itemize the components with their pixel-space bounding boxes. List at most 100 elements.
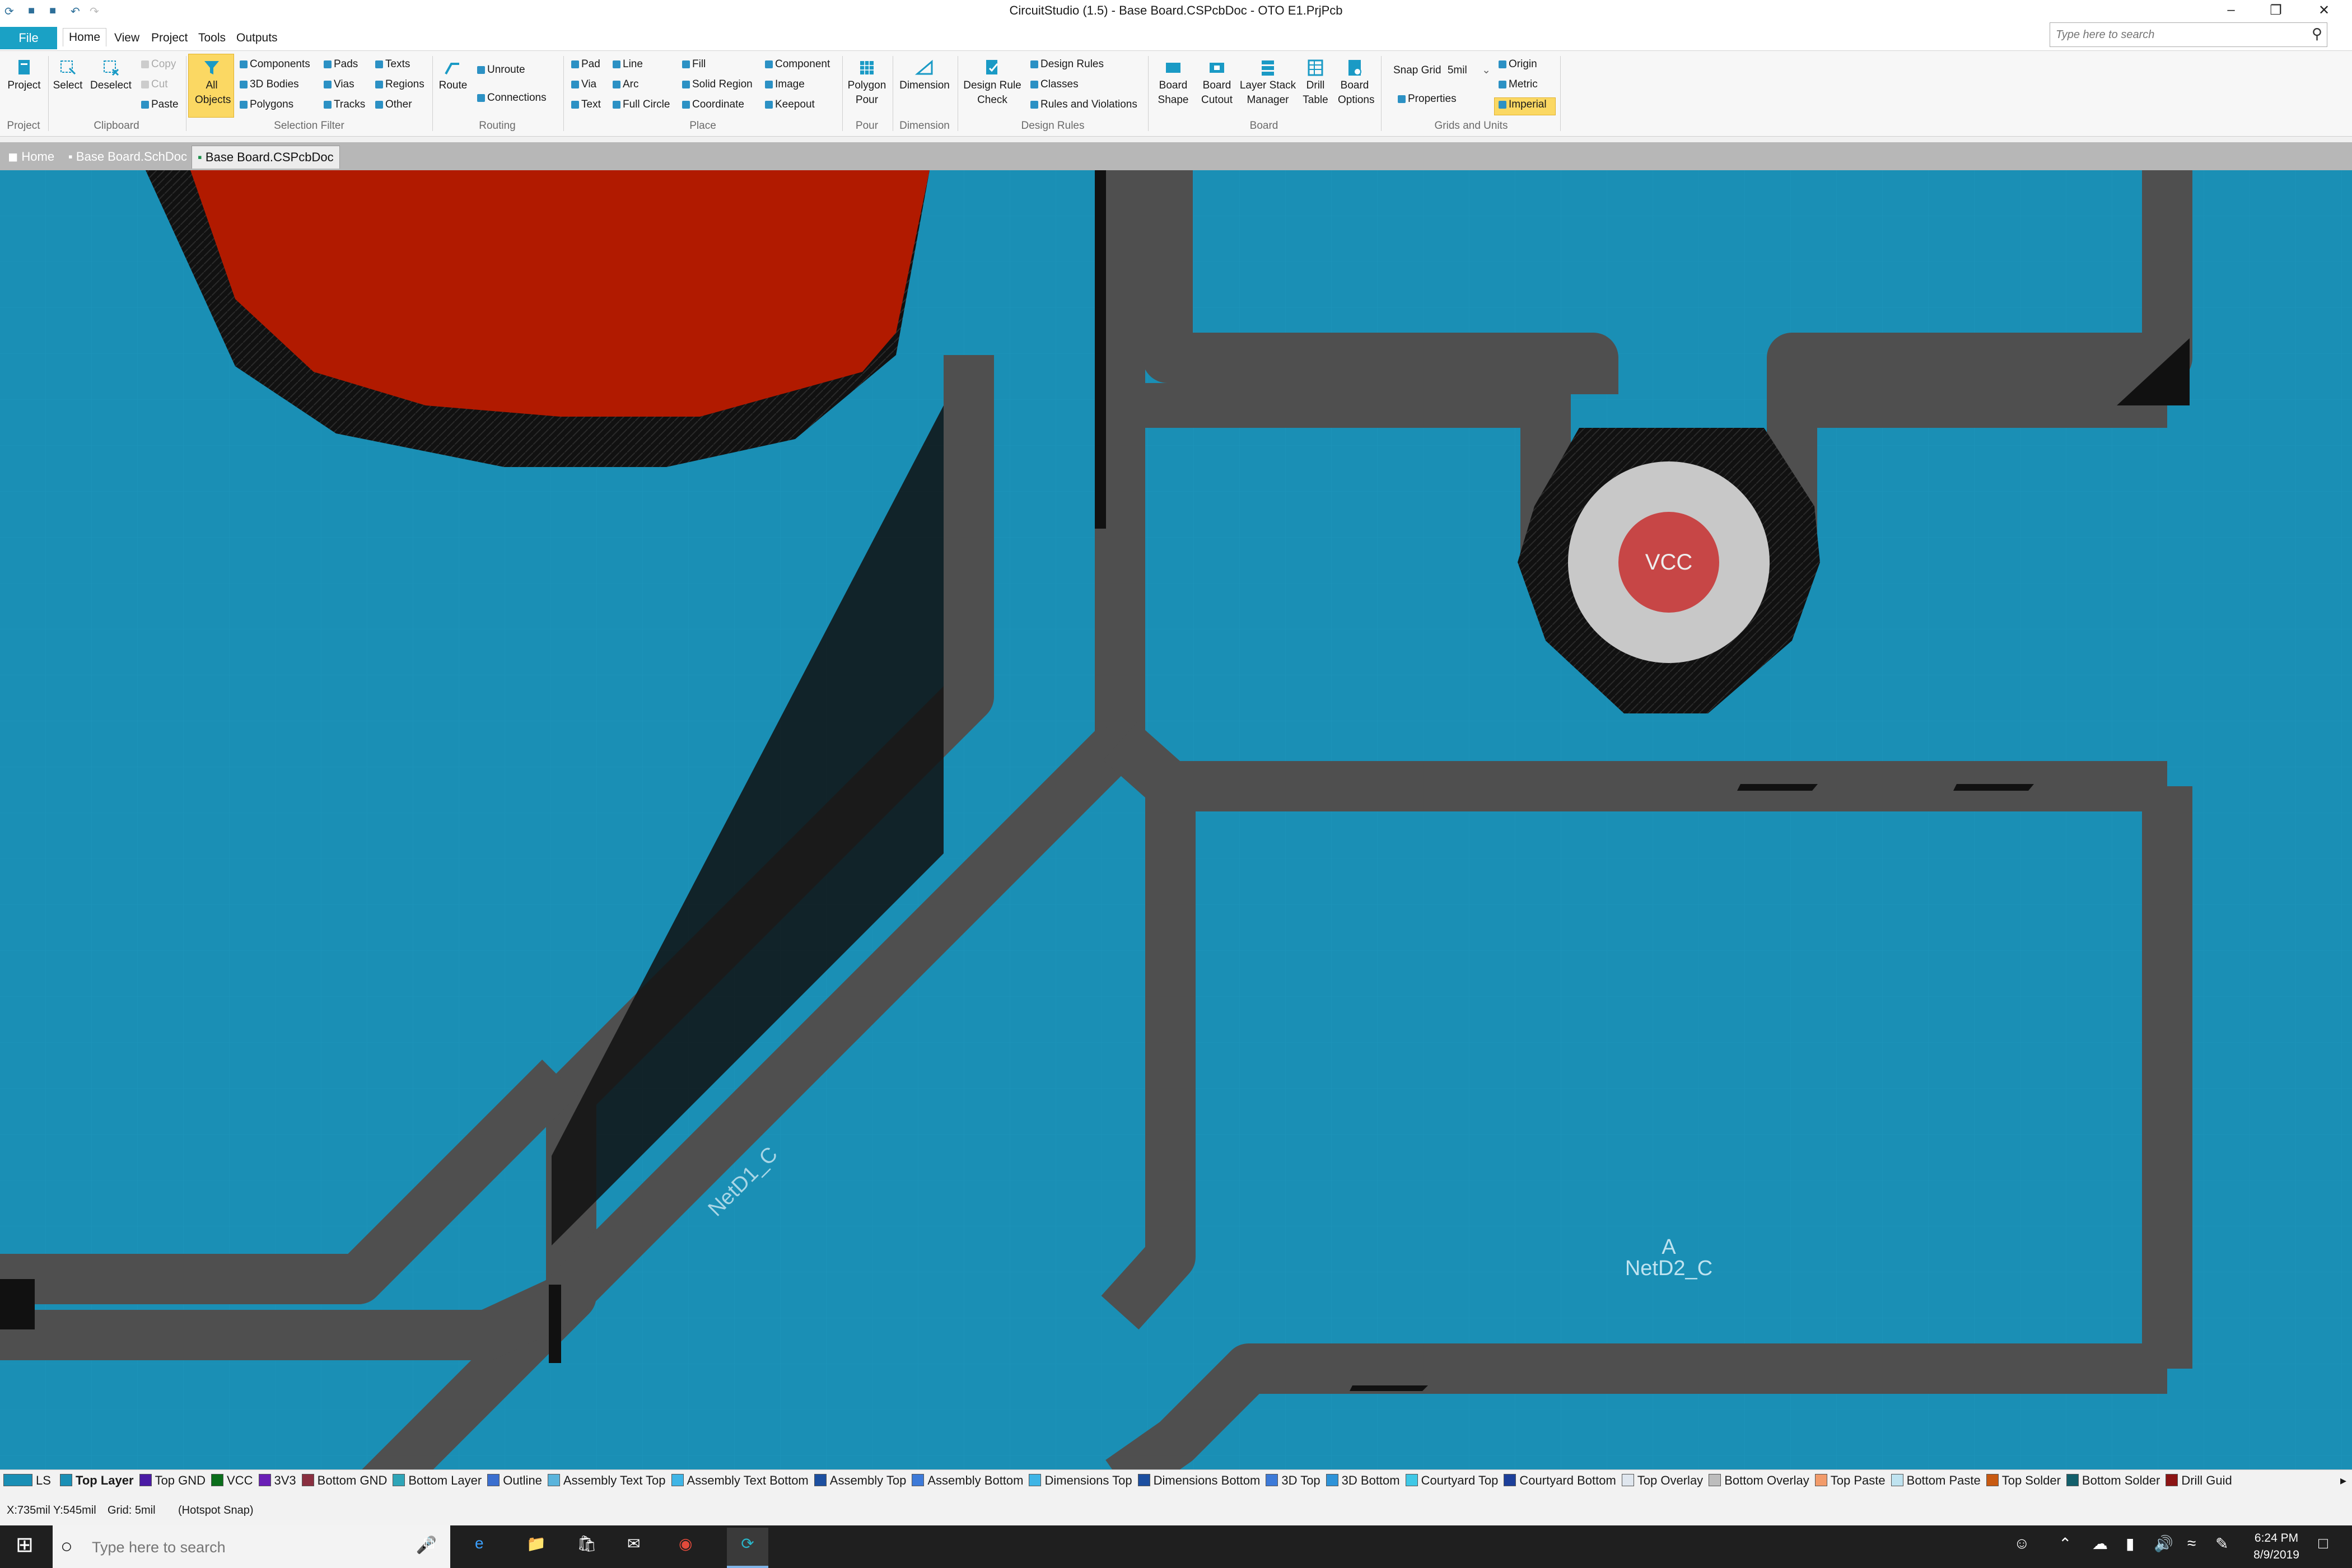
layer-tab[interactable]: Dimensions Bottom	[1137, 1470, 1260, 1491]
layer-tab[interactable]: Outline	[487, 1470, 542, 1491]
taskbar-search[interactable]: ○ 🎤	[53, 1525, 450, 1568]
doc-tab-pcb[interactable]: ▪ Base Board.CSPcbDoc	[192, 146, 340, 169]
tab-project[interactable]: Project	[146, 29, 193, 47]
properties-button[interactable]: Properties	[1398, 93, 1457, 105]
filter-pads[interactable]: Pads	[324, 58, 358, 71]
place-fill[interactable]: Fill	[682, 58, 706, 71]
layer-set-button[interactable]: LS	[3, 1470, 51, 1491]
dimension-button[interactable]: Dimension	[894, 58, 955, 93]
layer-tab[interactable]: 3D Bottom	[1326, 1470, 1400, 1491]
layer-tab[interactable]: 3V3	[258, 1470, 296, 1491]
search-box[interactable]: ⚲	[2050, 22, 2327, 47]
layer-stack-manager-button[interactable]: Layer Stack Manager	[1236, 58, 1299, 108]
clock[interactable]: 6:24 PM 8/9/2019	[2246, 1530, 2307, 1564]
metric-button[interactable]: Metric	[1499, 78, 1538, 91]
place-solid-region[interactable]: Solid Region	[682, 78, 753, 91]
windows-start-icon[interactable]: ⊞	[16, 1532, 34, 1557]
layer-tab[interactable]: 3D Top	[1266, 1470, 1320, 1491]
place-keepout[interactable]: Keepout	[765, 99, 815, 111]
filter-texts[interactable]: Texts	[375, 58, 410, 71]
circuitstudio-taskbar-icon[interactable]: ⟳	[727, 1528, 768, 1568]
layer-tab[interactable]: Top Layer	[60, 1470, 134, 1491]
filter-regions[interactable]: Regions	[375, 78, 424, 91]
battery-icon[interactable]: ▮	[2126, 1534, 2134, 1553]
edge-browser-icon[interactable]: e	[475, 1534, 484, 1552]
place-image[interactable]: Image	[765, 78, 805, 91]
close-button[interactable]: ✕	[2313, 2, 2335, 22]
filter-tracks[interactable]: Tracks	[324, 99, 365, 111]
layer-tab[interactable]: Assembly Text Bottom	[671, 1470, 809, 1491]
design-rule-check-button[interactable]: Design Rule Check	[959, 58, 1026, 108]
chevron-up-icon[interactable]: ⌃	[2059, 1534, 2071, 1553]
snap-grid-select[interactable]: Snap Grid 5mil ⌄	[1393, 64, 1491, 77]
store-icon[interactable]: 🛍	[577, 1534, 597, 1553]
layer-tab[interactable]: Bottom GND	[301, 1470, 387, 1491]
layer-tab[interactable]: Top Solder	[1986, 1470, 2061, 1491]
route-button[interactable]: Route	[433, 58, 473, 93]
select-button[interactable]: Select	[49, 58, 86, 93]
people-icon[interactable]: ☺	[2014, 1534, 2030, 1552]
layer-tab[interactable]: Assembly Top	[814, 1470, 906, 1491]
project-button[interactable]: Project	[3, 58, 45, 93]
filter-3d-bodies[interactable]: 3D Bodies	[240, 78, 299, 91]
filter-other[interactable]: Other	[375, 99, 412, 111]
all-objects-label-wrap[interactable]: All Objects	[189, 58, 234, 108]
filter-polygons[interactable]: Polygons	[240, 99, 293, 111]
unroute-button[interactable]: Unroute	[477, 64, 525, 76]
restore-button[interactable]: ❐	[2265, 2, 2287, 22]
place-arc[interactable]: Arc	[613, 78, 639, 91]
layer-tab[interactable]: Courtyard Top	[1405, 1470, 1498, 1491]
deselect-button[interactable]: Deselect	[87, 58, 134, 93]
tab-home[interactable]: Home	[63, 28, 107, 46]
doc-tab-schematic[interactable]: ▪ Base Board.SchDoc	[63, 146, 193, 168]
chevron-right-icon[interactable]: ▸	[2340, 1470, 2346, 1491]
task-view-icon[interactable]: ⧉	[423, 1534, 435, 1553]
doc-tab-home[interactable]: ◼ Home	[2, 146, 60, 168]
imperial-button[interactable]: Imperial	[1499, 99, 1547, 111]
board-shape-button[interactable]: Board Shape	[1149, 58, 1197, 108]
origin-button[interactable]: Origin	[1499, 58, 1537, 71]
layer-tab[interactable]: Bottom Overlay	[1709, 1470, 1809, 1491]
layer-tab[interactable]: Drill Guid	[2166, 1470, 2232, 1491]
layer-tab[interactable]: Assembly Text Top	[547, 1470, 666, 1491]
layer-tab[interactable]: VCC	[211, 1470, 253, 1491]
place-via[interactable]: Via	[571, 78, 596, 91]
volume-icon[interactable]: 🔊	[2154, 1534, 2173, 1553]
tab-file[interactable]: File	[0, 27, 57, 49]
place-text[interactable]: Text	[571, 99, 601, 111]
board-cutout-button[interactable]: Board Cutout	[1196, 58, 1238, 108]
notifications-icon[interactable]: □	[2318, 1534, 2328, 1552]
network-icon[interactable]: ≈	[2187, 1534, 2196, 1552]
pen-icon[interactable]: ✎	[2215, 1534, 2228, 1553]
pcb-drawing[interactable]: VCC NetD1_C A NetD2_C	[0, 170, 2352, 1469]
place-coordinate[interactable]: Coordinate	[682, 99, 744, 111]
copy-button[interactable]: Copy	[141, 58, 176, 71]
search-icon[interactable]: ⚲	[2312, 25, 2322, 43]
layer-tab[interactable]: Bottom Solder	[2066, 1470, 2160, 1491]
place-pad[interactable]: Pad	[571, 58, 600, 71]
tab-tools[interactable]: Tools	[193, 29, 231, 47]
classes-button[interactable]: Classes	[1030, 78, 1079, 91]
polygon-pour-button[interactable]: Polygon Pour	[843, 58, 890, 108]
filter-components[interactable]: Components	[240, 58, 310, 71]
onedrive-icon[interactable]: ☁	[2092, 1534, 2108, 1553]
file-explorer-icon[interactable]: 📁	[526, 1534, 546, 1553]
design-rules-button[interactable]: Design Rules	[1030, 58, 1104, 71]
pcb-canvas[interactable]: VCC NetD1_C A NetD2_C	[0, 170, 2352, 1469]
rules-and-violations-button[interactable]: Rules and Violations	[1030, 99, 1137, 111]
place-line[interactable]: Line	[613, 58, 643, 71]
cut-button[interactable]: Cut	[141, 78, 168, 91]
layer-tab[interactable]: Bottom Layer	[393, 1470, 482, 1491]
connections-button[interactable]: Connections	[477, 92, 547, 104]
layer-tab[interactable]: Assembly Bottom	[912, 1470, 1023, 1491]
layer-tab[interactable]: Bottom Paste	[1891, 1470, 1981, 1491]
board-options-button[interactable]: Board Options	[1332, 58, 1378, 108]
drill-table-button[interactable]: Drill Table	[1298, 58, 1333, 108]
search-input[interactable]	[2055, 25, 2303, 44]
chrome-icon[interactable]: ◉	[679, 1534, 692, 1553]
minimize-button[interactable]: –	[2220, 2, 2242, 22]
place-component[interactable]: Component	[765, 58, 830, 71]
mail-icon[interactable]: ✉	[627, 1534, 640, 1553]
tab-outputs[interactable]: Outputs	[231, 29, 283, 47]
layer-tab[interactable]: Top Overlay	[1621, 1470, 1703, 1491]
